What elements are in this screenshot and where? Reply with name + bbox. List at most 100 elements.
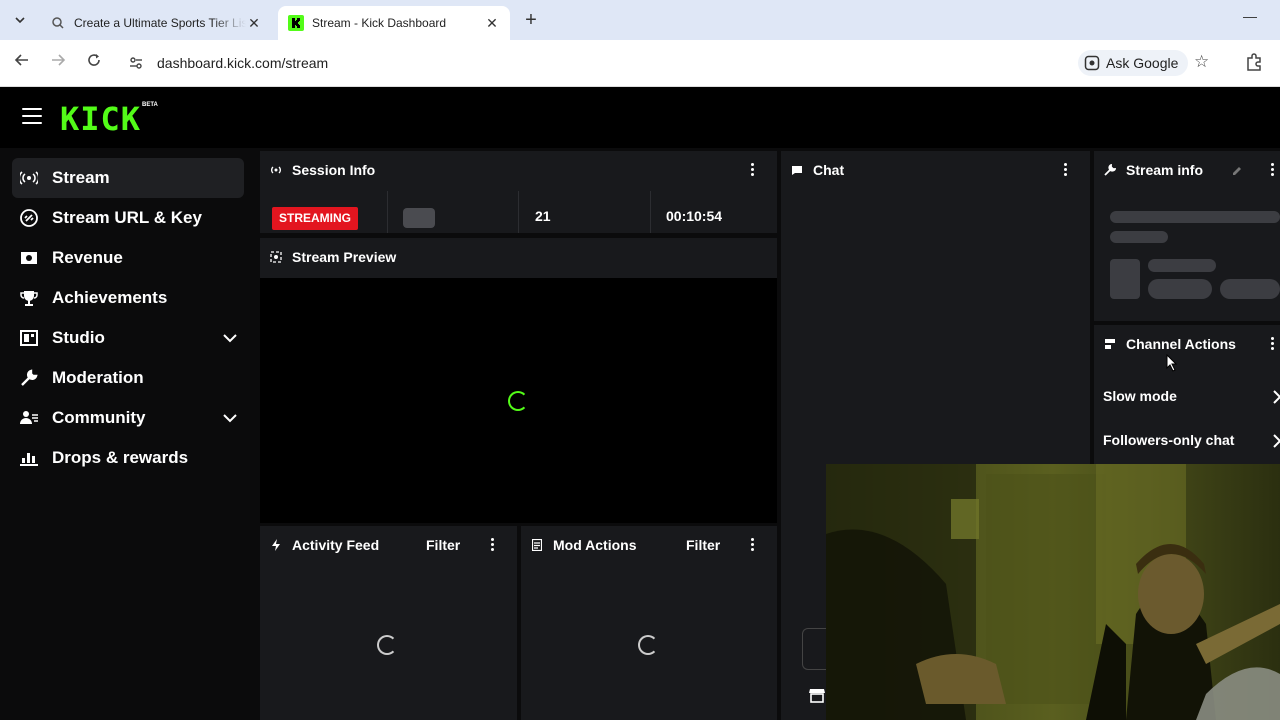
channel-actions-title: Channel Actions bbox=[1126, 336, 1236, 352]
followers-only-chat-toggle[interactable]: Followers-only chat bbox=[1103, 432, 1234, 448]
stream-preview-panel: Stream Preview bbox=[260, 238, 777, 278]
reload-button[interactable] bbox=[83, 52, 105, 74]
skeleton-placeholder bbox=[1110, 231, 1168, 243]
webcam-feed-image bbox=[826, 464, 1280, 720]
mod-actions-title: Mod Actions bbox=[553, 537, 637, 553]
activity-filter-button[interactable]: Filter bbox=[426, 537, 460, 553]
wrench-icon bbox=[1104, 164, 1116, 176]
browser-tab-kick-dashboard[interactable]: Stream - Kick Dashboard ✕ bbox=[278, 6, 510, 40]
kick-dashboard: KICK BETA Stream Stream URL & Key Revenu… bbox=[0, 88, 1280, 720]
sidebar-item-achievements[interactable]: Achievements bbox=[12, 278, 244, 318]
url-text: dashboard.kick.com/stream bbox=[157, 55, 329, 71]
tab-close-icon[interactable]: ✕ bbox=[246, 15, 262, 32]
stream-duration: 00:10:54 bbox=[666, 208, 723, 224]
channel-actions-header: Channel Actions bbox=[1094, 325, 1280, 363]
mouse-cursor-icon bbox=[1166, 353, 1178, 372]
mod-actions-header: Mod Actions bbox=[521, 526, 777, 564]
back-button[interactable] bbox=[11, 52, 33, 74]
stream-preview-title: Stream Preview bbox=[292, 249, 397, 265]
session-info-header: Session Info bbox=[260, 151, 777, 189]
dashboard-header: KICK BETA bbox=[0, 88, 1280, 148]
site-settings-icon[interactable] bbox=[128, 55, 144, 71]
store-icon[interactable] bbox=[808, 686, 826, 704]
webcam-overlay bbox=[826, 464, 1280, 720]
tab-search-icon[interactable] bbox=[8, 8, 32, 32]
mod-actions-menu-icon[interactable] bbox=[751, 538, 755, 552]
stream-preview-video[interactable] bbox=[260, 278, 777, 523]
chat-panel: Chat bbox=[781, 151, 1090, 191]
mod-actions-filter-button[interactable]: Filter bbox=[686, 537, 720, 553]
sidebar-item-label: Community bbox=[52, 408, 146, 427]
browser-tab-bar: Create a Ultimate Sports Tier List ✕ Str… bbox=[0, 0, 1280, 40]
beta-badge: BETA bbox=[142, 102, 158, 108]
sidebar-item-stream[interactable]: Stream bbox=[12, 158, 244, 198]
skeleton-placeholder bbox=[1220, 279, 1280, 299]
sidebar-item-studio[interactable]: Studio bbox=[12, 318, 244, 358]
kick-logo[interactable]: KICK bbox=[60, 100, 141, 138]
tab-close-icon[interactable]: ✕ bbox=[484, 15, 500, 32]
trophy-icon bbox=[20, 289, 38, 307]
bookmark-star-icon[interactable]: ☆ bbox=[1194, 52, 1209, 72]
chat-menu-icon[interactable] bbox=[1064, 163, 1068, 177]
sidebar-item-label: Revenue bbox=[52, 248, 123, 267]
forward-button[interactable] bbox=[47, 52, 69, 74]
sidebar-item-label: Stream bbox=[52, 168, 110, 187]
sidebar-item-stream-url-key[interactable]: Stream URL & Key bbox=[12, 198, 244, 238]
preview-icon bbox=[270, 251, 282, 263]
address-bar: dashboard.kick.com/stream Ask Google ☆ bbox=[0, 40, 1280, 87]
slow-mode-toggle[interactable]: Slow mode bbox=[1103, 388, 1177, 404]
skeleton-placeholder bbox=[1148, 279, 1212, 299]
broadcast-icon bbox=[270, 164, 282, 176]
chevron-right-icon[interactable] bbox=[1272, 434, 1280, 448]
stream-info-menu-icon[interactable] bbox=[1271, 163, 1275, 177]
channel-actions-menu-icon[interactable] bbox=[1271, 337, 1275, 351]
channel-actions-icon bbox=[1104, 338, 1116, 350]
divider bbox=[518, 191, 519, 233]
money-icon bbox=[20, 249, 38, 267]
activity-menu-icon[interactable] bbox=[491, 538, 495, 552]
ask-google-label: Ask Google bbox=[1106, 55, 1179, 71]
studio-icon bbox=[20, 329, 38, 347]
session-info-panel: Session Info bbox=[260, 151, 777, 191]
edit-pencil-icon[interactable] bbox=[1231, 164, 1243, 176]
tab-title: Stream - Kick Dashboard bbox=[312, 16, 447, 30]
sidebar-item-drops-rewards[interactable]: Drops & rewards bbox=[12, 438, 244, 478]
sidebar-item-label: Studio bbox=[52, 328, 105, 347]
chat-title: Chat bbox=[813, 162, 845, 178]
extensions-icon[interactable] bbox=[1244, 52, 1264, 72]
link-icon bbox=[20, 209, 38, 227]
sidebar-item-label: Drops & rewards bbox=[52, 448, 189, 467]
activity-feed-panel: Activity Feed Filter bbox=[260, 526, 517, 720]
lens-icon bbox=[1084, 55, 1100, 71]
activity-feed-header: Activity Feed bbox=[260, 526, 517, 564]
session-stats-row: STREAMING 21 00:10:54 bbox=[260, 191, 777, 233]
stream-info-header: Stream info bbox=[1094, 151, 1280, 189]
broadcast-icon bbox=[20, 169, 38, 187]
sidebar-item-revenue[interactable]: Revenue bbox=[12, 238, 244, 278]
sidebar-item-label: Moderation bbox=[52, 368, 144, 387]
new-tab-button[interactable]: + bbox=[520, 9, 542, 31]
chevron-down-icon[interactable] bbox=[222, 410, 238, 426]
streaming-status-badge: STREAMING bbox=[272, 207, 358, 230]
session-info-title: Session Info bbox=[292, 162, 376, 178]
stream-preview-header: Stream Preview bbox=[260, 238, 777, 276]
window-minimize-button[interactable]: — bbox=[1240, 8, 1260, 28]
chart-icon bbox=[20, 449, 38, 467]
kick-favicon-icon bbox=[288, 15, 304, 31]
sidebar-item-label: Achievements bbox=[52, 288, 168, 307]
sidebar-item-community[interactable]: Community bbox=[12, 398, 244, 438]
chevron-right-icon[interactable] bbox=[1272, 390, 1280, 404]
stream-info-panel: Stream info bbox=[1094, 151, 1280, 321]
tierlist-favicon-icon bbox=[50, 15, 66, 31]
activity-feed-title: Activity Feed bbox=[292, 537, 380, 553]
divider bbox=[387, 191, 388, 233]
skeleton-placeholder bbox=[1110, 211, 1280, 223]
session-info-menu-icon[interactable] bbox=[751, 163, 755, 177]
hamburger-menu-icon[interactable] bbox=[22, 108, 42, 126]
omnibox[interactable]: dashboard.kick.com/stream Ask Google ☆ bbox=[118, 46, 1228, 80]
browser-tab-tier-list[interactable]: Create a Ultimate Sports Tier List ✕ bbox=[40, 6, 272, 40]
sidebar-item-moderation[interactable]: Moderation bbox=[12, 358, 244, 398]
chevron-down-icon[interactable] bbox=[222, 330, 238, 346]
ask-google-button[interactable]: Ask Google bbox=[1078, 50, 1189, 76]
divider bbox=[650, 191, 651, 233]
